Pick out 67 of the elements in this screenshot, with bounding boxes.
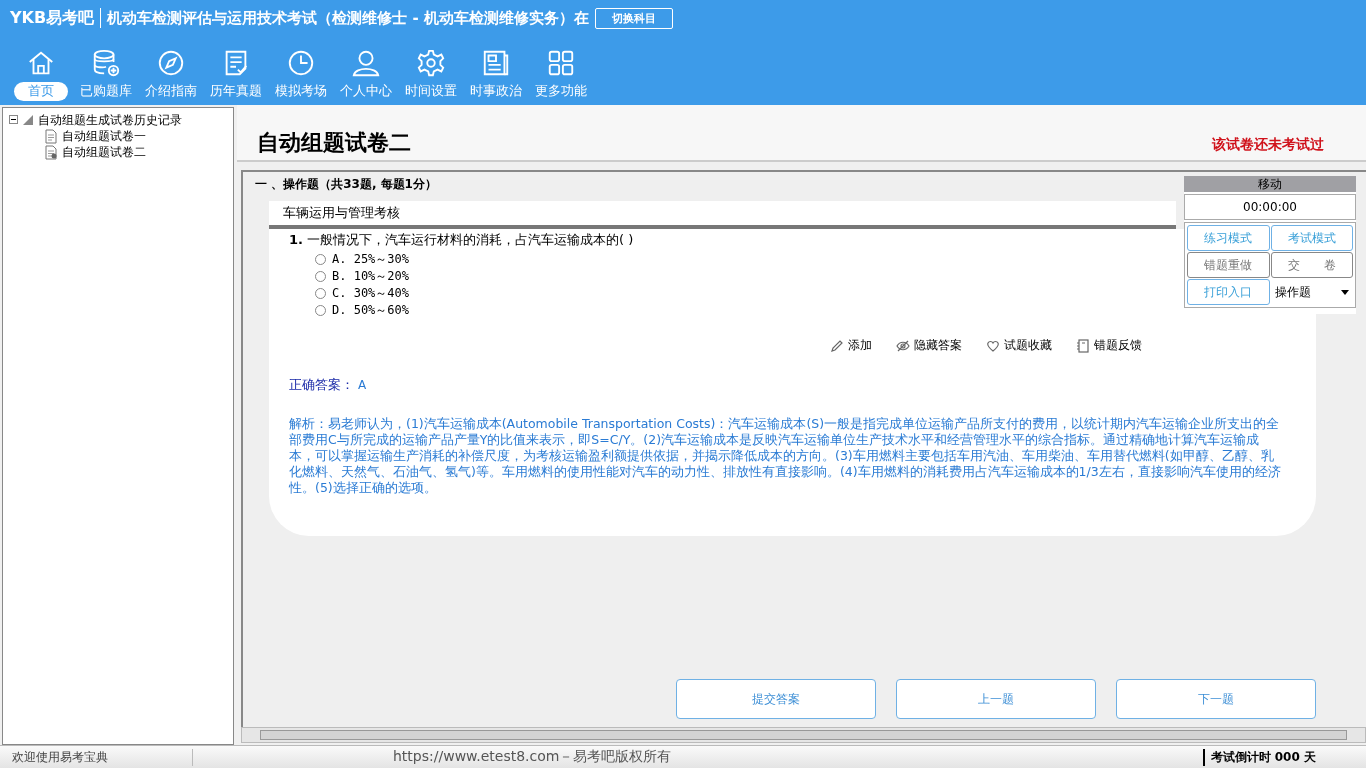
tool-link[interactable]: 试题收藏 — [1004, 337, 1052, 354]
book-icon[interactable] — [1076, 338, 1090, 353]
tree-item[interactable]: 自动组题试卷一 — [62, 127, 146, 145]
compass-icon[interactable] — [156, 48, 186, 78]
exam-title: 机动车检测评估与运用技术考试（检测维修士 - 机动车检测维修实务）在 — [107, 8, 589, 28]
nav-tab[interactable]: 时间设置 — [399, 82, 463, 101]
tool-link[interactable]: 隐藏答案 — [914, 337, 962, 354]
nav-tab[interactable]: 已购题库 — [74, 82, 138, 101]
dropdown-caret-icon[interactable] — [1341, 289, 1349, 295]
tool-link[interactable]: 错题反馈 — [1094, 337, 1142, 354]
countdown-text: 考试倒计时 000 天 — [1202, 748, 1366, 766]
nav-action-button[interactable]: 提交答案 — [676, 679, 876, 719]
nav-tab[interactable]: 首页 — [14, 82, 68, 101]
nav-action-button[interactable]: 下一题 — [1116, 679, 1316, 719]
triangle-icon — [23, 115, 33, 125]
section-heading: 一 、操作题（共33题, 每题1分） — [255, 176, 437, 193]
option-label[interactable]: B. 10%～20% — [332, 268, 410, 285]
mode-button[interactable]: 练习模式 — [1187, 225, 1270, 251]
tool-link[interactable]: 添加 — [848, 337, 872, 354]
radio-button[interactable] — [315, 288, 326, 299]
switch-subject-button[interactable]: 切换科目 — [594, 7, 673, 29]
horizontal-scrollbar[interactable] — [241, 727, 1366, 743]
explanation-text: 解析：易老师认为，(1)汽车运输成本(Automobile Transportation Costs)：汽车运输成本(S)一般是指完成单位运输产品所支付的费用，以统计期内汽车运输企业所支出的全部费用C与所完成的运输产品产量Y的比值来表示，即S=C/Y。(2)汽车运输成本是反映汽车运输单位生产技术水平和经营管理水平的综合指标。通过精确地计算汽车运输成本，可以掌握运输生产消耗的补偿尺度，为考核运输盈利额提供依据，并揭示降低成本的方向。(3)车用燃料主要包括车用汽油、车用柴油、车用替代燃料(如甲醇、乙醇、乳化燃料、天然气、石油气、氢气)等。车用燃料的使用性能对汽车的动力性、排放性有直接影响。(4)车用燃料的消耗费用占汽车运输成本的1/3左右，直接影响汽车使用的经济性。(5)选择正确的选项。 — [289, 416, 1282, 496]
paper-title: 自动组题试卷二 — [257, 129, 411, 157]
news-icon[interactable] — [481, 48, 511, 78]
app-logo: YKB易考吧 — [10, 7, 95, 29]
tree-item[interactable]: 自动组题生成试卷历史记录 — [38, 111, 182, 129]
option-label[interactable]: D. 50%～60% — [332, 302, 410, 319]
tree-item[interactable]: 自动组题试卷二 — [62, 143, 146, 161]
user-icon[interactable] — [351, 48, 381, 78]
radio-button[interactable] — [315, 271, 326, 282]
radio-button[interactable] — [315, 305, 326, 316]
scroll-thumb[interactable] — [260, 730, 1347, 740]
database-icon[interactable] — [91, 48, 121, 78]
mode-button[interactable]: 错题重做 — [1187, 252, 1270, 278]
timer-display: 00:00:00 — [1184, 194, 1356, 220]
nav-tab[interactable]: 介绍指南 — [139, 82, 203, 101]
grid-icon[interactable] — [546, 48, 576, 78]
question-text: 1. 一般情况下，汽车运行材料的消耗，占汽车运输成本的( ) — [289, 231, 634, 249]
mode-button[interactable]: 打印入口 — [1187, 279, 1270, 305]
heart-icon[interactable] — [986, 338, 1000, 353]
paper-status: 该试卷还未考试过 — [1212, 136, 1324, 154]
nav-action-button[interactable]: 上一题 — [896, 679, 1096, 719]
gear-icon[interactable] — [416, 48, 446, 78]
nav-tab[interactable]: 更多功能 — [529, 82, 593, 101]
mode-button[interactable]: 交 卷 — [1270, 252, 1353, 278]
document-icon — [45, 128, 57, 144]
copyright-text: https://www.etest8.com－易考吧版权所有 — [392, 748, 673, 766]
document-pin-icon — [45, 144, 57, 160]
nav-tab[interactable]: 时事政治 — [464, 82, 528, 101]
mode-button[interactable]: 考试模式 — [1270, 225, 1353, 251]
welcome-text: 欢迎使用易考宝典 — [0, 748, 193, 766]
collapse-toggle-icon[interactable] — [9, 113, 18, 127]
clock-icon[interactable] — [286, 48, 316, 78]
nav-tab[interactable]: 模拟考场 — [269, 82, 333, 101]
nav-tab[interactable]: 历年真题 — [204, 82, 268, 101]
answer-value: A — [358, 378, 367, 392]
option-label[interactable]: C. 30%～40% — [332, 285, 410, 302]
section-dropdown[interactable]: 操作题 — [1270, 279, 1353, 305]
radio-button[interactable] — [315, 254, 326, 265]
option-label[interactable]: A. 25%～30% — [332, 251, 410, 268]
nav-tab[interactable]: 个人中心 — [334, 82, 398, 101]
pencil-icon[interactable] — [830, 338, 844, 353]
answer-label: 正确答案： — [289, 377, 354, 392]
move-handle[interactable]: 移动 — [1184, 176, 1356, 192]
category-heading: 车辆运用与管理考核 — [269, 201, 1176, 229]
eye-icon[interactable] — [896, 338, 910, 353]
